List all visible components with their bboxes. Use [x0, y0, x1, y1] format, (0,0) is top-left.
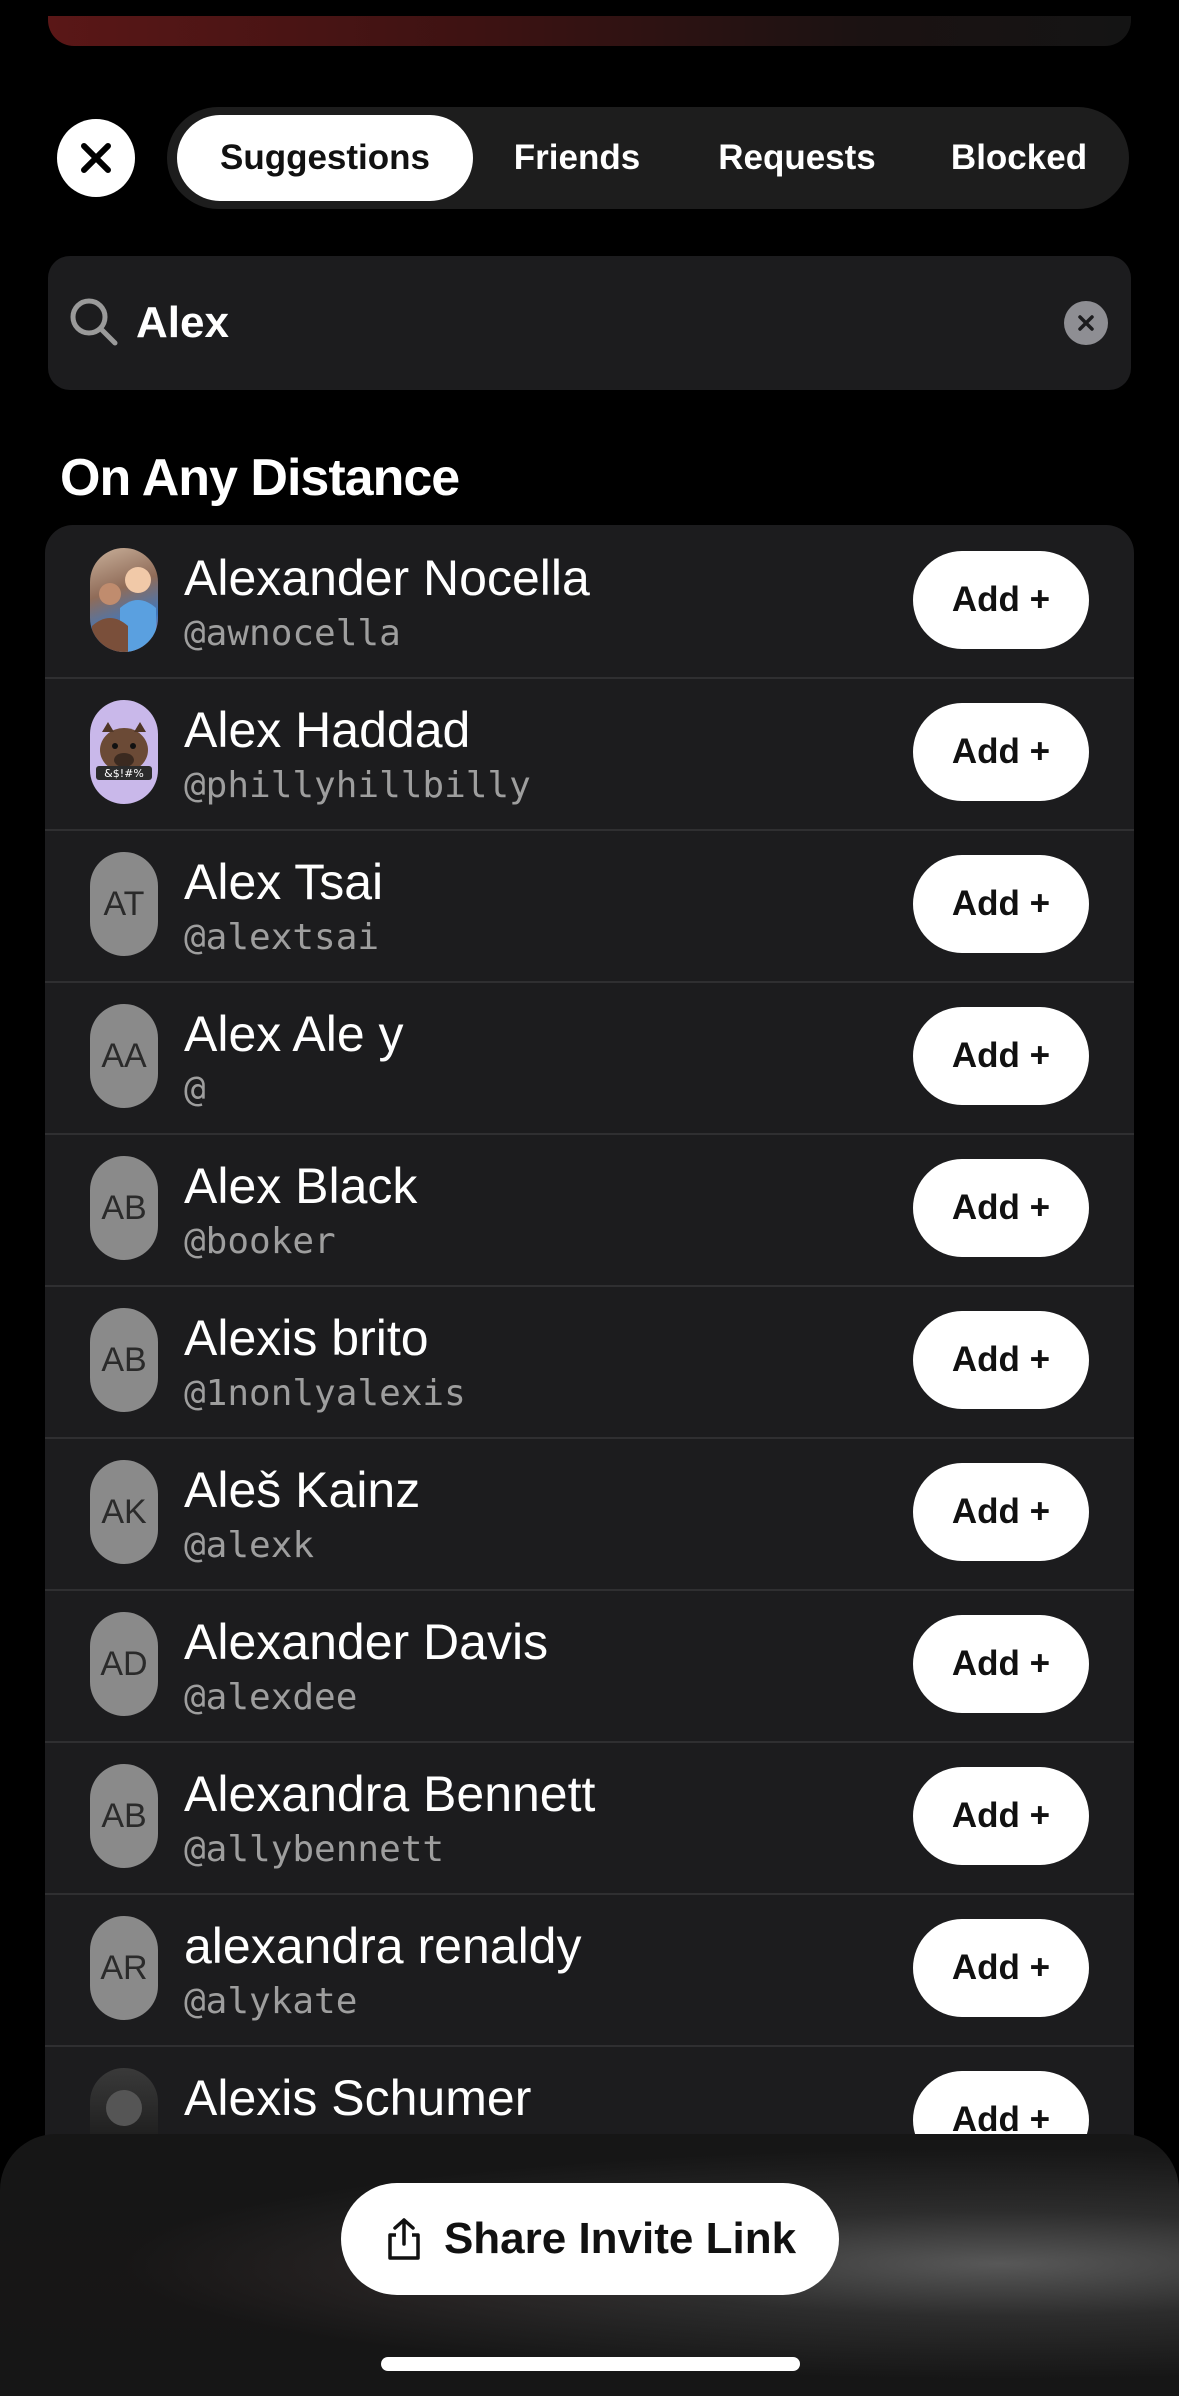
- list-item: AA Alex Ale y @ Add +: [45, 981, 1134, 1135]
- people-list: Alexander Nocella @awnocella Add + &$!#%…: [45, 525, 1134, 2225]
- close-icon: [81, 143, 111, 173]
- tab-suggestions[interactable]: Suggestions: [177, 115, 473, 201]
- list-item: AB Alexandra Bennett @allybennett Add +: [45, 1741, 1134, 1895]
- tab-friends[interactable]: Friends: [477, 115, 677, 201]
- avatar: &$!#%: [90, 700, 158, 804]
- close-button[interactable]: [57, 119, 135, 197]
- person-name: alexandra renaldy: [184, 1918, 582, 1974]
- avatar: AB: [90, 1764, 158, 1868]
- person-handle: @booker: [184, 1221, 336, 1262]
- share-invite-link-button[interactable]: Share Invite Link: [341, 2183, 839, 2295]
- search-input[interactable]: [136, 284, 1036, 362]
- person-name: Alexander Davis: [184, 1614, 549, 1670]
- person-name: Alex Ale y: [184, 1006, 404, 1062]
- list-item: AK Aleš Kainz @alexk Add +: [45, 1437, 1134, 1591]
- avatar: [90, 548, 158, 652]
- person-name: Alexis brito: [184, 1310, 429, 1366]
- avatar: AA: [90, 1004, 158, 1108]
- avatar: AT: [90, 852, 158, 956]
- add-friend-button[interactable]: Add +: [913, 1463, 1089, 1561]
- person-name: Alexandra Bennett: [184, 1766, 596, 1822]
- person-handle: @alexk: [184, 1525, 315, 1566]
- person-handle: @awnocella: [184, 613, 401, 654]
- list-item: AB Alexis brito @1nonlyalexis Add +: [45, 1285, 1134, 1439]
- avatar: AK: [90, 1460, 158, 1564]
- person-handle: @: [184, 1069, 206, 1110]
- share-invite-label: Share Invite Link: [443, 2214, 797, 2263]
- top-gradient-bar: [48, 16, 1131, 46]
- person-handle: @alexdee: [184, 1677, 358, 1718]
- list-item: &$!#% Alex Haddad @phillyhillbilly Add +: [45, 677, 1134, 831]
- share-icon: [388, 2218, 420, 2260]
- tab-bar: Suggestions Friends Requests Blocked: [167, 107, 1129, 209]
- list-item: AT Alex Tsai @alextsai Add +: [45, 829, 1134, 983]
- clear-icon: [1078, 315, 1094, 331]
- avatar: AD: [90, 1612, 158, 1716]
- section-title: On Any Distance: [60, 449, 460, 507]
- person-handle: @allybennett: [184, 1829, 445, 1870]
- list-item: AR alexandra renaldy @alykate Add +: [45, 1893, 1134, 2047]
- avatar: AB: [90, 1156, 158, 1260]
- avatar: AB: [90, 1308, 158, 1412]
- list-item: AB Alex Black @booker Add +: [45, 1133, 1134, 1287]
- person-handle: @phillyhillbilly: [184, 765, 531, 806]
- person-handle: @1nonlyalexis: [184, 1373, 466, 1414]
- add-friend-button[interactable]: Add +: [913, 855, 1089, 953]
- add-friend-button[interactable]: Add +: [913, 1767, 1089, 1865]
- add-friend-button[interactable]: Add +: [913, 703, 1089, 801]
- person-name: Alexander Nocella: [184, 550, 590, 606]
- tab-blocked[interactable]: Blocked: [917, 115, 1121, 201]
- add-friend-button[interactable]: Add +: [913, 1159, 1089, 1257]
- add-friend-button[interactable]: Add +: [913, 1007, 1089, 1105]
- list-item: Alexander Nocella @awnocella Add +: [45, 525, 1134, 679]
- person-name: Alexis Schumer: [184, 2070, 532, 2126]
- boar-sticker-icon: &$!#%: [96, 722, 152, 780]
- add-friend-button[interactable]: Add +: [913, 551, 1089, 649]
- person-name: Alex Haddad: [184, 702, 471, 758]
- list-item: AD Alexander Davis @alexdee Add +: [45, 1589, 1134, 1743]
- clear-search-button[interactable]: [1064, 301, 1108, 345]
- person-name: Aleš Kainz: [184, 1462, 421, 1518]
- photo-avatar-icon: [92, 567, 156, 652]
- add-friend-button[interactable]: Add +: [913, 1311, 1089, 1409]
- add-friend-button[interactable]: Add +: [913, 1919, 1089, 2017]
- person-name: Alex Tsai: [184, 854, 384, 910]
- add-friend-button[interactable]: Add +: [913, 1615, 1089, 1713]
- search-icon: [70, 298, 118, 346]
- avatar-sticker-text: &$!#%: [104, 767, 144, 780]
- home-indicator[interactable]: [381, 2357, 800, 2371]
- avatar: AR: [90, 1916, 158, 2020]
- tab-requests[interactable]: Requests: [681, 115, 913, 201]
- search-bar: [48, 256, 1131, 390]
- person-handle: @alykate: [184, 1981, 358, 2022]
- person-handle: @alextsai: [184, 917, 380, 958]
- person-name: Alex Black: [184, 1158, 418, 1214]
